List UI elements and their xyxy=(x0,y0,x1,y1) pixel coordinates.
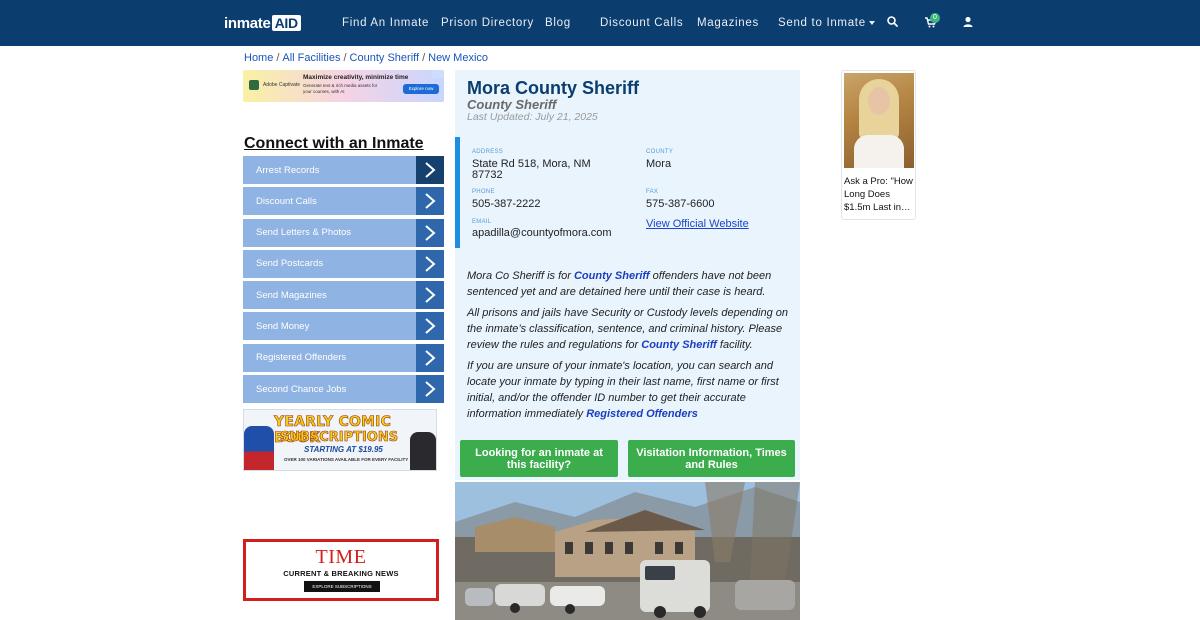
find-inmate-button[interactable]: Looking for an inmate at this facility? xyxy=(460,440,618,477)
nav-prison-directory[interactable]: Prison Directory xyxy=(441,17,534,29)
sidebar-item-send-letters-photos[interactable]: Send Letters & Photos xyxy=(243,218,444,247)
sidebar-item-label: Discount Calls xyxy=(256,195,317,207)
visitation-button[interactable]: Visitation Information, Times and Rules xyxy=(628,440,795,477)
comic-ad-price: STARTING AT $19.95 xyxy=(304,445,383,454)
registered-offenders-link[interactable]: Registered Offenders xyxy=(586,408,698,420)
breadcrumb-new-mexico[interactable]: New Mexico xyxy=(428,52,488,64)
address-line2: 87732 xyxy=(472,169,503,181)
chevron-right-icon xyxy=(416,375,444,404)
adobe-captivate-ad[interactable]: Adobe Captivate Maximize creativity, min… xyxy=(243,70,444,102)
sidebar-item-discount-calls[interactable]: Discount Calls xyxy=(243,187,444,216)
search-icon[interactable] xyxy=(885,14,901,30)
sidebar-item-label: Send Magazines xyxy=(256,289,327,301)
breadcrumb-separator: / xyxy=(422,52,426,64)
facility-type: County Sheriff xyxy=(467,97,557,112)
breadcrumb-home[interactable]: Home xyxy=(244,52,273,64)
superhero-image xyxy=(244,426,274,470)
county-label: COUNTY xyxy=(646,149,674,155)
para2-text-b: facility. xyxy=(716,339,753,351)
sidebar-item-send-postcards[interactable]: Send Postcards xyxy=(243,249,444,278)
logo-aid-text: AID xyxy=(271,15,301,31)
address-label: ADDRESS xyxy=(472,149,504,155)
breadcrumb-county-sheriff[interactable]: County Sheriff xyxy=(350,52,420,64)
sidebar-item-registered-offenders[interactable]: Registered Offenders xyxy=(243,343,444,372)
nav-send-to-inmate[interactable]: Send to Inmate xyxy=(778,17,875,29)
breadcrumb-all-facilities[interactable]: All Facilities xyxy=(282,52,340,64)
pro-shirt xyxy=(854,135,904,168)
logo-text: inmate xyxy=(224,14,271,32)
chevron-right-icon xyxy=(416,218,444,247)
ask-a-pro-card[interactable]: Ask a Pro: "How Long Does $1.5m Last in… xyxy=(841,70,916,220)
chevron-right-icon xyxy=(416,249,444,278)
phone-value[interactable]: 505-387-2222 xyxy=(472,198,541,210)
para1-text-a: Mora Co Sheriff is for xyxy=(467,270,574,282)
sidebar-item-label: Send Letters & Photos xyxy=(256,227,352,239)
description-paragraph-3: If you are unsure of your inmate's locat… xyxy=(467,358,797,422)
sidebar-item-second-chance-jobs[interactable]: Second Chance Jobs xyxy=(243,375,444,404)
ad-subtext: Generate text & rich media assets for yo… xyxy=(303,83,378,94)
chevron-right-icon xyxy=(416,156,444,184)
nav-discount-calls[interactable]: Discount Calls xyxy=(600,17,683,29)
chevron-right-icon xyxy=(416,343,444,372)
cart-count-badge: 0 xyxy=(930,13,940,23)
time-magazine-ad[interactable]: TIME CURRENT & BREAKING NEWS EXPLORE SUB… xyxy=(243,539,439,601)
comic-ad-footnote: OVER 100 VARIATIONS AVAILABLE FOR EVERY … xyxy=(284,457,409,462)
breadcrumb: Home / All Facilities / County Sheriff / New M… xyxy=(244,52,488,64)
page-title: Mora County Sheriff xyxy=(467,78,640,98)
official-website-link[interactable]: View Official Website xyxy=(646,218,749,230)
sidebar-item-send-magazines[interactable]: Send Magazines xyxy=(243,281,444,310)
county-value: Mora xyxy=(646,158,672,170)
phone-label: PHONE xyxy=(472,189,495,195)
nav-find-inmate[interactable]: Find An Inmate xyxy=(342,17,429,29)
time-logo: TIME xyxy=(315,546,367,568)
connect-list: Arrest Records Discount Calls Send Lette… xyxy=(243,156,444,406)
time-tagline: CURRENT & BREAKING NEWS xyxy=(283,569,399,578)
pro-card-text: Ask a Pro: "How Long Does $1.5m Last in… xyxy=(844,176,913,213)
ad-cta-button[interactable]: Explore now xyxy=(403,84,439,94)
nav-send-to-inmate-label: Send to Inmate xyxy=(778,17,866,29)
comic-subscription-ad[interactable]: YEARLY COMIC BOOK SUBSCRIPTIONS STARTING… xyxy=(243,409,437,471)
site-logo[interactable]: inmate AID xyxy=(224,14,301,32)
pro-face xyxy=(868,87,890,115)
fax-label: FAX xyxy=(646,189,659,195)
sidebar-item-label: Send Money xyxy=(256,320,310,332)
county-sheriff-link[interactable]: County Sheriff xyxy=(641,339,717,351)
facility-info-box: ADDRESS State Rd 518, Mora, NM 87732 COU… xyxy=(455,137,800,248)
sidebar-item-label: Second Chance Jobs xyxy=(256,383,347,395)
ad-headline: Maximize creativity, minimize time xyxy=(303,74,409,81)
sidebar-item-label: Arrest Records xyxy=(256,164,320,176)
pro-card-image xyxy=(844,73,914,168)
chevron-right-icon xyxy=(416,187,444,216)
connect-heading: Connect with an Inmate xyxy=(244,135,424,152)
sidebar-item-label: Registered Offenders xyxy=(256,352,347,364)
email-value[interactable]: apadilla@countyofmora.com xyxy=(472,227,612,239)
county-sheriff-link[interactable]: County Sheriff xyxy=(574,270,650,282)
time-cta-button[interactable]: EXPLORE SUBSCRIPTIONS xyxy=(304,581,380,592)
description-paragraph-2: All prisons and jails have Security or C… xyxy=(467,305,797,353)
last-updated: Last Updated: July 21, 2025 xyxy=(467,111,598,123)
sidebar-item-label: Send Postcards xyxy=(256,258,324,270)
breadcrumb-separator: / xyxy=(276,52,280,64)
ad-logo-icon xyxy=(249,80,259,90)
facility-photo xyxy=(455,482,800,620)
ad-brand: Adobe Captivate xyxy=(263,82,300,88)
description-paragraph-1: Mora Co Sheriff is for County Sheriff of… xyxy=(467,268,797,300)
nav-magazines[interactable]: Magazines xyxy=(697,17,759,29)
ad-corner xyxy=(432,70,444,78)
email-label: EMAIL xyxy=(472,219,492,225)
top-navbar: inmate AID Find An Inmate Prison Director… xyxy=(0,0,1200,46)
breadcrumb-separator: / xyxy=(343,52,347,64)
comic-ad-line2: SUBSCRIPTIONS xyxy=(280,430,399,446)
chevron-down-icon xyxy=(868,20,875,25)
chevron-right-icon xyxy=(416,312,444,341)
nav-blog[interactable]: Blog xyxy=(545,17,571,29)
sidebar-item-send-money[interactable]: Send Money xyxy=(243,312,444,341)
chevron-right-icon xyxy=(416,281,444,310)
fax-value: 575-387-6600 xyxy=(646,198,715,210)
sidebar-item-arrest-records[interactable]: Arrest Records xyxy=(243,156,444,184)
user-icon[interactable] xyxy=(960,14,976,30)
